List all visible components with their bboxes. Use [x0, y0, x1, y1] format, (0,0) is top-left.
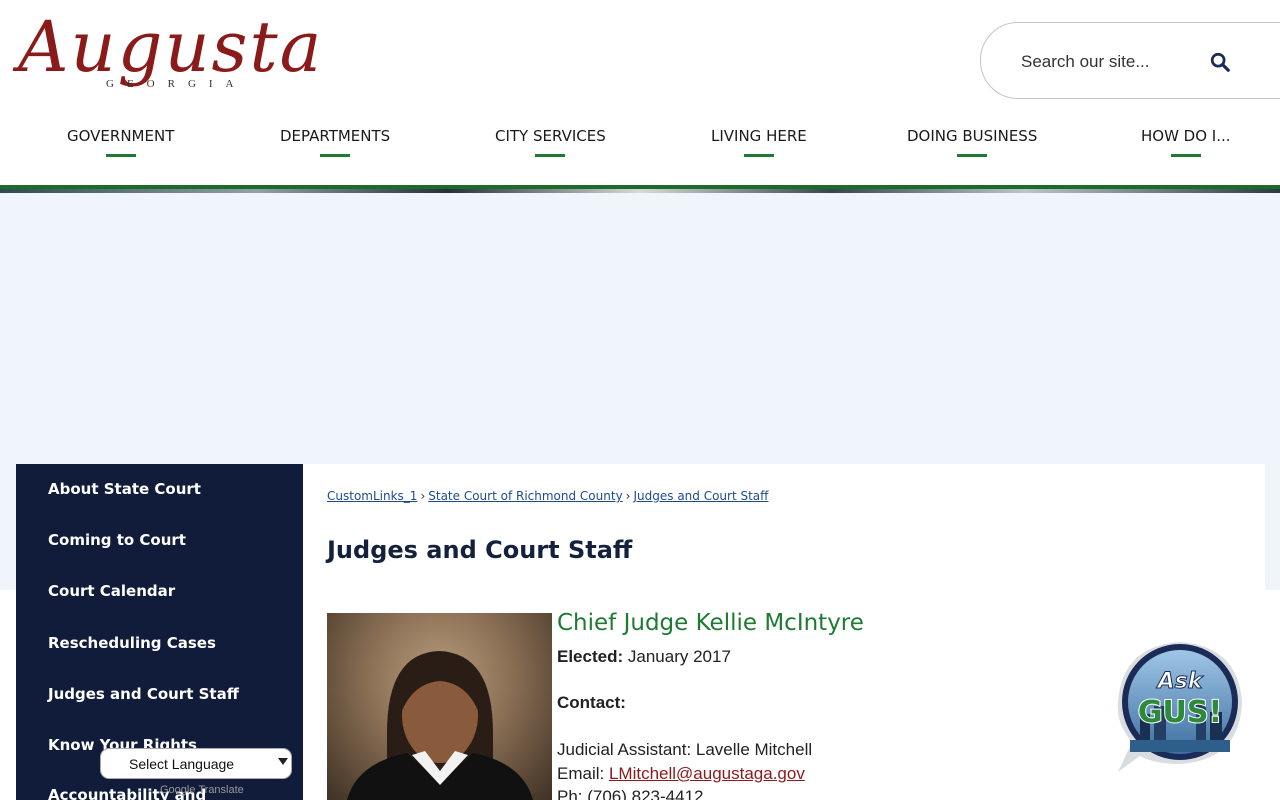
nav-underline	[743, 154, 774, 157]
nav-underline	[320, 154, 351, 157]
sidebar-item-about-state-court[interactable]: About State Court	[48, 480, 201, 498]
sidebar-item-judges-and-court-staff[interactable]: Judges and Court Staff	[48, 685, 239, 703]
logo-sub-text: GEORGIA	[106, 78, 247, 90]
phone-line: Ph: (706) 823-4412	[557, 787, 704, 800]
judge-portrait-graphic	[347, 651, 533, 800]
elected-value: January 2017	[627, 647, 731, 666]
contact-heading: Contact:	[557, 693, 626, 712]
breadcrumb-link-judges[interactable]: Judges and Court Staff	[633, 489, 768, 503]
nav-label: HOW DO I...	[1141, 127, 1231, 145]
nav-label: DEPARTMENTS	[280, 127, 391, 145]
nav-city-services[interactable]: CITY SERVICES	[495, 127, 606, 157]
nav-label: CITY SERVICES	[495, 127, 606, 145]
site-header: Augusta GEORGIA GOVERNMENT DEPARTMENTS C…	[0, 0, 1280, 186]
email-label: Email:	[557, 764, 609, 783]
language-select[interactable]: Select Language	[100, 748, 292, 779]
breadcrumb: CustomLinks_1 › State Court of Richmond Co…	[327, 489, 768, 503]
nav-how-do-i[interactable]: HOW DO I...	[1141, 127, 1231, 157]
search-button[interactable]	[1209, 51, 1233, 75]
nav-underline	[105, 154, 136, 157]
search-icon	[1210, 52, 1230, 72]
judge-name: Chief Judge Kellie McIntyre	[557, 610, 864, 636]
breadcrumb-separator: ›	[420, 489, 426, 503]
nav-underline	[1170, 154, 1201, 157]
google-wordmark: Google	[160, 784, 196, 796]
search-input[interactable]	[1021, 49, 1201, 75]
sidebar-item-coming-to-court[interactable]: Coming to Court	[48, 531, 186, 549]
breadcrumb-link-state-court[interactable]: State Court of Richmond County	[428, 489, 622, 503]
nav-underline	[957, 154, 988, 157]
judge-photo	[327, 613, 552, 800]
breadcrumb-link-customlinks[interactable]: CustomLinks_1	[327, 489, 417, 503]
gus-ask-text: Ask	[1156, 669, 1204, 694]
elected-label: Elected:	[557, 647, 624, 666]
nav-label: GOVERNMENT	[67, 127, 175, 145]
augusta-logo[interactable]: Augusta GEORGIA	[18, 6, 321, 116]
contact-label: Contact:	[557, 693, 626, 713]
search-box	[980, 22, 1280, 99]
main-nav: GOVERNMENT DEPARTMENTS CITY SERVICES LIV…	[0, 120, 1280, 164]
elected-line: Elected: January 2017	[557, 647, 731, 667]
ask-gus-chat-button[interactable]: Ask GUS!	[1110, 636, 1250, 776]
gus-name-text: GUS!	[1138, 695, 1222, 730]
nav-departments[interactable]: DEPARTMENTS	[280, 127, 391, 157]
powered-by-google-translate: Google Translate	[160, 784, 244, 796]
nav-doing-business[interactable]: DOING BUSINESS	[907, 127, 1038, 157]
nav-underline	[535, 154, 566, 157]
ask-gus-icon: Ask GUS!	[1117, 642, 1242, 772]
nav-label: LIVING HERE	[711, 127, 807, 145]
nav-label: DOING BUSINESS	[907, 127, 1038, 145]
sidebar-item-court-calendar[interactable]: Court Calendar	[48, 582, 175, 600]
nav-government[interactable]: GOVERNMENT	[67, 127, 175, 157]
translate-wordmark: Translate	[198, 784, 244, 796]
breadcrumb-separator: ›	[625, 489, 631, 503]
judicial-assistant: Judicial Assistant: Lavelle Mitchell	[557, 740, 813, 759]
email-link[interactable]: LMitchell@augustaga.gov	[609, 764, 805, 783]
sidebar-item-rescheduling-cases[interactable]: Rescheduling Cases	[48, 634, 216, 652]
nav-living-here[interactable]: LIVING HERE	[711, 127, 807, 157]
email-line: Email: LMitchell@augustaga.gov	[557, 764, 805, 784]
page-title: Judges and Court Staff	[327, 536, 633, 564]
